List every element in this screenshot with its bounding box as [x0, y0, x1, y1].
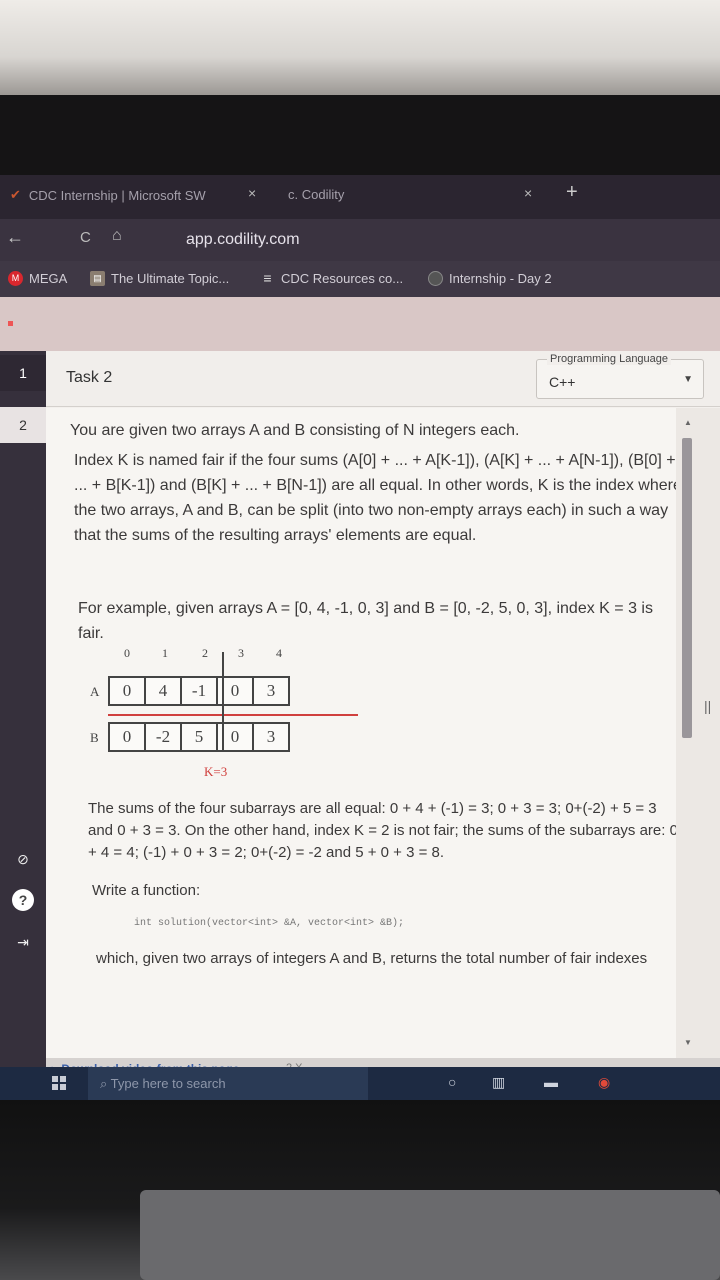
tab-codility[interactable]: c. Codility [288, 187, 344, 202]
back-arrow-icon[interactable]: ← [6, 227, 24, 248]
index-label: 2 [202, 646, 208, 660]
bookmark-label: The Ultimate Topic... [111, 271, 230, 286]
bookmark-mega[interactable]: M MEGA [8, 271, 67, 286]
tab-label: Codility [301, 187, 345, 202]
globe-icon [428, 271, 443, 286]
sidebar-task-2[interactable]: 2 [0, 407, 46, 443]
scroll-down-icon[interactable]: ▼ [684, 1038, 692, 1047]
split-line-horizontal [108, 714, 358, 716]
function-signature-code: int solution(vector<int> &A, vector<int>… [134, 918, 405, 929]
language-value: C++ [549, 374, 576, 390]
array-b-cell: 0 [108, 722, 146, 752]
resize-handle-icon[interactable]: || [704, 698, 711, 714]
file-explorer-icon[interactable]: ▬ [544, 1074, 558, 1090]
array-a-row: 0 4 -1 0 3 [108, 676, 290, 706]
returns-text: which, given two arrays of integers A an… [96, 950, 648, 967]
task-title: Task 2 [66, 369, 113, 386]
bookmark-icon: ▤ [90, 271, 105, 286]
split-line-vertical [222, 652, 224, 752]
sidebar-task-1[interactable]: 1 [0, 355, 46, 391]
k-label: K=3 [204, 764, 228, 779]
laptop-screen: ✔ CDC Internship | Microsoft SW × c. Cod… [0, 175, 720, 1100]
laptop-bezel-top [0, 95, 720, 175]
row-a-label: A [90, 684, 100, 699]
chrome-icon[interactable]: ◉ [598, 1074, 610, 1091]
reload-icon[interactable]: C [80, 229, 91, 246]
help-icon[interactable]: ? [12, 889, 34, 911]
tab-favicon-icon: ✔ [10, 187, 21, 202]
wall-background [0, 0, 720, 95]
array-a-cell: -1 [180, 676, 218, 706]
example-text: For example, given arrays A = [0, 4, -1,… [78, 600, 653, 642]
array-b-cell: -2 [144, 722, 182, 752]
bookmark-label: Internship - Day 2 [449, 271, 552, 286]
index-label: 3 [238, 646, 244, 660]
bookmarks-bar: M MEGA ▤ The Ultimate Topic... ≡ CDC Res… [0, 261, 720, 297]
search-placeholder: Type here to search [110, 1076, 226, 1091]
array-a-cell: 3 [252, 676, 290, 706]
url-field[interactable]: app.codility.com [186, 231, 300, 249]
index-label: 1 [162, 646, 168, 660]
array-b-cell: 5 [180, 722, 218, 752]
dropdown-arrow-icon: ▼ [683, 374, 693, 385]
scroll-thumb[interactable] [682, 438, 692, 738]
array-b-row: 0 -2 5 0 3 [108, 722, 290, 752]
scrollbar[interactable]: ▲ || ▼ [676, 408, 720, 1058]
write-function-text: Write a function: [92, 882, 201, 899]
bookmark-label: MEGA [29, 271, 68, 286]
array-b-cell: 3 [252, 722, 290, 752]
mega-icon: M [8, 271, 23, 286]
home-icon[interactable]: ⌂ [112, 227, 122, 245]
task-description: You are given two arrays A and B consist… [46, 408, 696, 1058]
index-label: 4 [276, 646, 282, 660]
no-video-icon[interactable]: ⊘ [10, 846, 36, 872]
windows-taskbar: ⌕ Type here to search ○ ▥ ▬ ◉ [0, 1067, 720, 1100]
array-a-cell: 4 [144, 676, 182, 706]
bookmark-cdc-resources[interactable]: ≡ CDC Resources co... [260, 270, 404, 287]
new-tab-button[interactable]: + [566, 181, 578, 204]
language-select[interactable]: Programming Language C++ ▼ [536, 353, 704, 399]
scroll-up-icon[interactable]: ▲ [684, 418, 692, 427]
doc-icon: ≡ [263, 270, 272, 286]
bookmark-internship-day2[interactable]: Internship - Day 2 [428, 271, 552, 286]
task-header: Task 2 Programming Language C++ ▼ [46, 351, 720, 407]
laptop-keyboard [140, 1190, 720, 1280]
tab-label: CDC Internship | Microsoft SW [28, 187, 206, 203]
task-sidebar: 1 2 ⊘ ? ⇥ [0, 351, 46, 1100]
bookmark-label: CDC Resources co... [281, 271, 404, 286]
tab-close-icon[interactable]: × [524, 185, 532, 201]
array-a-cell: 0 [108, 676, 146, 706]
tab-cdc-internship[interactable]: ✔ CDC Internship | Microsoft SW [10, 187, 206, 203]
microsoft-banner [0, 297, 720, 351]
intro-text: You are given two arrays A and B consist… [70, 422, 520, 439]
codility-favicon-icon: c. [288, 187, 302, 202]
index-label: 0 [124, 646, 130, 660]
windows-start-icon[interactable] [52, 1076, 66, 1090]
tab-close-icon[interactable]: × [248, 185, 256, 201]
array-figure: 0 1 2 3 4 A 0 4 -1 0 3 B 0 -2 5 0 3 K=3 [86, 646, 386, 786]
language-label: Programming Language [547, 353, 672, 365]
microsoft-logo-icon [8, 321, 15, 328]
fair-definition-text: Index K is named fair if the four sums (… [74, 452, 682, 544]
row-b-label: B [90, 730, 99, 745]
sums-explanation-text: The sums of the four subarrays are all e… [88, 800, 678, 861]
page: 1 2 ⊘ ? ⇥ Task 2 Programming Language C+… [0, 297, 720, 1100]
browser-tab-bar: ✔ CDC Internship | Microsoft SW × c. Cod… [0, 175, 720, 219]
bookmark-ultimate-topic[interactable]: ▤ The Ultimate Topic... [90, 271, 229, 286]
exit-icon[interactable]: ⇥ [10, 929, 36, 955]
address-bar: ← C ⌂ app.codility.com [0, 219, 720, 261]
cortana-icon[interactable]: ○ [448, 1074, 456, 1090]
taskbar-search[interactable]: ⌕ Type here to search [88, 1067, 368, 1100]
task-view-icon[interactable]: ▥ [492, 1074, 505, 1091]
